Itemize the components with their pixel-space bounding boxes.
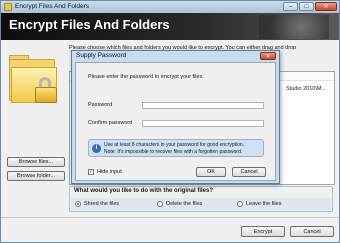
lock-icon (35, 77, 57, 103)
option-delete[interactable]: Delete the files (157, 201, 202, 207)
hide-input-checkbox[interactable]: ✓ (88, 169, 94, 175)
main-window: Encrypt Files And Folders – □ ✕ Encrypt … (0, 0, 340, 243)
locked-folder-icon (9, 53, 61, 109)
password-note: i Use at least 8 characters in your pass… (88, 139, 264, 157)
password-label: Password (88, 102, 113, 108)
dialog-cancel-button[interactable]: Cancel (232, 167, 266, 177)
confirm-password-field[interactable] (142, 120, 264, 127)
footer-divider (1, 217, 339, 218)
shred-radio[interactable] (75, 201, 81, 207)
password-field[interactable] (142, 102, 264, 109)
leave-label: Leave the files (246, 201, 282, 207)
browse-files-button[interactable]: Browse files... (7, 157, 65, 167)
header-decoration (259, 15, 329, 39)
window-title: Encrypt Files And Folders (15, 3, 90, 10)
list-item[interactable]: Studio 2010\M... (286, 86, 326, 92)
dialog-message: Please enter the password to encrypt you… (88, 74, 204, 80)
delete-label: Delete the files (166, 201, 203, 207)
hide-input-label: Hide input (97, 169, 122, 175)
group-title: What would you like to do with the origi… (74, 188, 213, 194)
close-button[interactable]: ✕ (315, 2, 337, 11)
note-text: Use at least 8 characters in your passwo… (104, 142, 244, 155)
original-files-group: What would you like to do with the origi… (69, 186, 333, 212)
page-title: Encrypt Files And Folders (9, 17, 170, 32)
note-line-2: Note: It's impossible to recover files w… (104, 148, 243, 155)
info-icon: i (92, 144, 101, 153)
supply-password-dialog: Supply Password ✕ Please enter the passw… (71, 50, 280, 184)
shred-label: Shred the files (84, 201, 120, 207)
option-leave[interactable]: Leave the files (237, 201, 281, 207)
app-header: Encrypt Files And Folders (1, 13, 339, 40)
dialog-title: Supply Password (76, 52, 127, 59)
note-line-1: Use at least 8 characters in your passwo… (104, 142, 245, 148)
options-bar: Shred the files Delete the files Leave t… (71, 198, 331, 210)
confirm-password-label: Confirm password (88, 120, 133, 126)
app-icon (4, 3, 12, 11)
encrypt-button[interactable]: Encrypt (241, 226, 285, 237)
maximize-button[interactable]: □ (299, 2, 314, 11)
dialog-close-button[interactable]: ✕ (260, 52, 276, 60)
cancel-button[interactable]: Cancel (290, 226, 334, 237)
title-bar: Encrypt Files And Folders – □ ✕ (1, 1, 339, 13)
dialog-body: Please enter the password to encrypt you… (75, 62, 276, 181)
dialog-ok-button[interactable]: OK (196, 167, 226, 177)
minimize-button[interactable]: – (283, 2, 298, 11)
delete-radio[interactable] (157, 201, 163, 207)
leave-radio[interactable] (237, 201, 243, 207)
browse-folder-button[interactable]: Browse folder... (7, 171, 65, 181)
option-shred[interactable]: Shred the files (75, 201, 119, 207)
